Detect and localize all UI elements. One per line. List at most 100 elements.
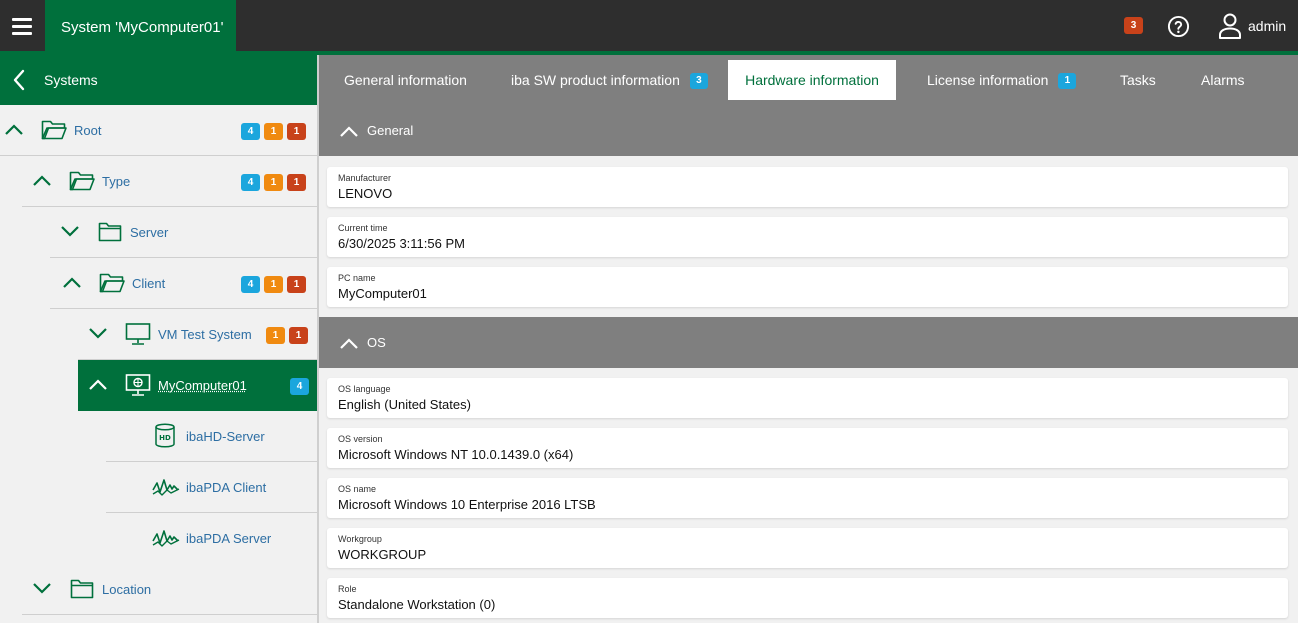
badge-blue: 4 <box>241 123 260 140</box>
chevron-down-icon[interactable] <box>88 326 108 340</box>
tree-item-type[interactable]: Type 4 1 1 <box>22 156 317 207</box>
field-manufacturer: Manufacturer LENOVO <box>327 167 1288 207</box>
field-os-name: OS name Microsoft Windows 10 Enterprise … <box>327 478 1288 518</box>
tree-item-vm-test-system[interactable]: VM Test System 1 1 <box>78 309 317 360</box>
tree-label: Root <box>74 123 102 138</box>
chevron-down-icon[interactable] <box>60 224 80 238</box>
field-label: Manufacturer <box>338 173 392 183</box>
tree-label: Type <box>102 174 131 189</box>
tree-item-mycomputer01[interactable]: MyComputer01 4 <box>78 360 317 411</box>
tab-bar: General information iba SW product infor… <box>319 55 1298 105</box>
tree-label: ibaPDA Client <box>186 480 267 495</box>
badge-blue: 4 <box>241 276 260 293</box>
badge-orange: 1 <box>264 276 283 293</box>
hardware-information-panel: General Manufacturer LENOVO Current time… <box>319 105 1298 623</box>
tab-tasks[interactable]: Tasks <box>1120 60 1156 100</box>
folder-open-icon <box>69 171 95 191</box>
tree-label: ibaPDA Server <box>186 531 272 546</box>
badge-orange: 1 <box>266 327 285 344</box>
tab-count-badge: 3 <box>689 73 708 90</box>
hamburger-menu-icon[interactable] <box>0 0 44 51</box>
tree-item-location[interactable]: Location <box>22 564 317 615</box>
field-os-language: OS language English (United States) <box>327 378 1288 418</box>
chevron-up-icon[interactable] <box>88 377 108 391</box>
tree-label: MyComputer01 <box>158 378 247 393</box>
folder-icon <box>70 579 94 599</box>
system-tab[interactable]: System 'MyComputer01' <box>45 0 236 55</box>
field-value: English (United States) <box>338 397 471 412</box>
tab-iba-sw-product-information[interactable]: iba SW product information 3 <box>511 60 708 100</box>
section-title: General <box>367 123 414 138</box>
notification-badge[interactable]: 3 <box>1124 17 1143 34</box>
tab-count-badge: 1 <box>1058 73 1077 90</box>
section-header-general[interactable]: General <box>319 105 1298 156</box>
monitor-globe-icon <box>125 374 151 396</box>
chevron-up-icon[interactable] <box>4 122 24 136</box>
badge-red: 1 <box>287 276 306 293</box>
status-badges: 4 1 1 <box>241 174 306 191</box>
monitor-icon <box>125 323 151 345</box>
chevron-down-icon[interactable] <box>32 581 52 595</box>
tree-label: VM Test System <box>158 327 252 342</box>
tab-hardware-information[interactable]: Hardware information <box>728 60 896 100</box>
status-badges: 4 <box>290 378 309 395</box>
tab-general-information[interactable]: General information <box>344 60 467 100</box>
signal-wave-icon <box>152 530 180 547</box>
field-value: Standalone Workstation (0) <box>338 597 496 612</box>
folder-open-icon <box>99 273 125 293</box>
field-value: LENOVO <box>338 186 393 201</box>
tab-label: Tasks <box>1120 72 1156 88</box>
section-title: OS <box>367 335 386 350</box>
field-current-time: Current time 6/30/2025 3:11:56 PM <box>327 217 1288 257</box>
tab-label: General information <box>344 72 467 88</box>
tab-label: License information <box>927 72 1049 88</box>
tree-item-client[interactable]: Client 4 1 1 <box>50 258 317 309</box>
user-name[interactable]: admin <box>1248 18 1286 34</box>
tree-item-server[interactable]: Server <box>50 207 317 258</box>
tab-alarms[interactable]: Alarms <box>1201 60 1245 100</box>
help-icon[interactable] <box>1167 15 1190 38</box>
field-role: Role Standalone Workstation (0) <box>327 578 1288 618</box>
user-icon[interactable] <box>1218 13 1242 39</box>
field-value: 6/30/2025 3:11:56 PM <box>338 236 465 251</box>
chevron-up-icon[interactable] <box>32 173 52 187</box>
tree-label: Server <box>130 225 169 240</box>
systems-sidebar: Systems Root 4 1 1 Type 4 1 1 Server Cli… <box>0 55 317 623</box>
chevron-up-icon[interactable] <box>339 336 359 350</box>
field-os-version: OS version Microsoft Windows NT 10.0.143… <box>327 428 1288 468</box>
field-label: Current time <box>338 223 388 233</box>
folder-open-icon <box>41 120 67 140</box>
field-label: OS language <box>338 384 391 394</box>
section-header-os[interactable]: OS <box>319 317 1298 368</box>
badge-orange: 1 <box>264 174 283 191</box>
badge-blue: 4 <box>241 174 260 191</box>
status-badges: 4 1 1 <box>241 123 306 140</box>
field-workgroup: Workgroup WORKGROUP <box>327 528 1288 568</box>
field-label: Workgroup <box>338 534 382 544</box>
tree-label: Location <box>102 582 152 597</box>
field-value: Microsoft Windows 10 Enterprise 2016 LTS… <box>338 497 596 512</box>
folder-icon <box>98 222 122 242</box>
tree-item-ibahd-server[interactable]: HD ibaHD-Server <box>106 411 317 462</box>
tree-item-root[interactable]: Root 4 1 1 <box>0 105 317 156</box>
hd-database-icon: HD <box>155 423 175 448</box>
status-badges: 1 1 <box>266 327 308 344</box>
field-value: WORKGROUP <box>338 547 427 562</box>
chevron-up-icon[interactable] <box>339 124 359 138</box>
field-value: MyComputer01 <box>338 286 427 301</box>
badge-blue: 4 <box>290 378 309 395</box>
tree-label: Client <box>132 276 166 291</box>
tree-item-ibapda-server[interactable]: ibaPDA Server <box>106 513 317 564</box>
field-pc-name: PC name MyComputer01 <box>327 267 1288 307</box>
tab-label: Alarms <box>1201 72 1245 88</box>
field-value: Microsoft Windows NT 10.0.1439.0 (x64) <box>338 447 574 462</box>
badge-red: 1 <box>289 327 308 344</box>
badge-orange: 1 <box>264 123 283 140</box>
tree-label: ibaHD-Server <box>186 429 265 444</box>
tree-item-ibapda-client[interactable]: ibaPDA Client <box>106 462 317 513</box>
chevron-left-icon[interactable] <box>10 68 28 92</box>
field-label: OS version <box>338 434 383 444</box>
field-label: PC name <box>338 273 376 283</box>
chevron-up-icon[interactable] <box>62 275 82 289</box>
tab-license-information[interactable]: License information 1 <box>927 60 1077 100</box>
